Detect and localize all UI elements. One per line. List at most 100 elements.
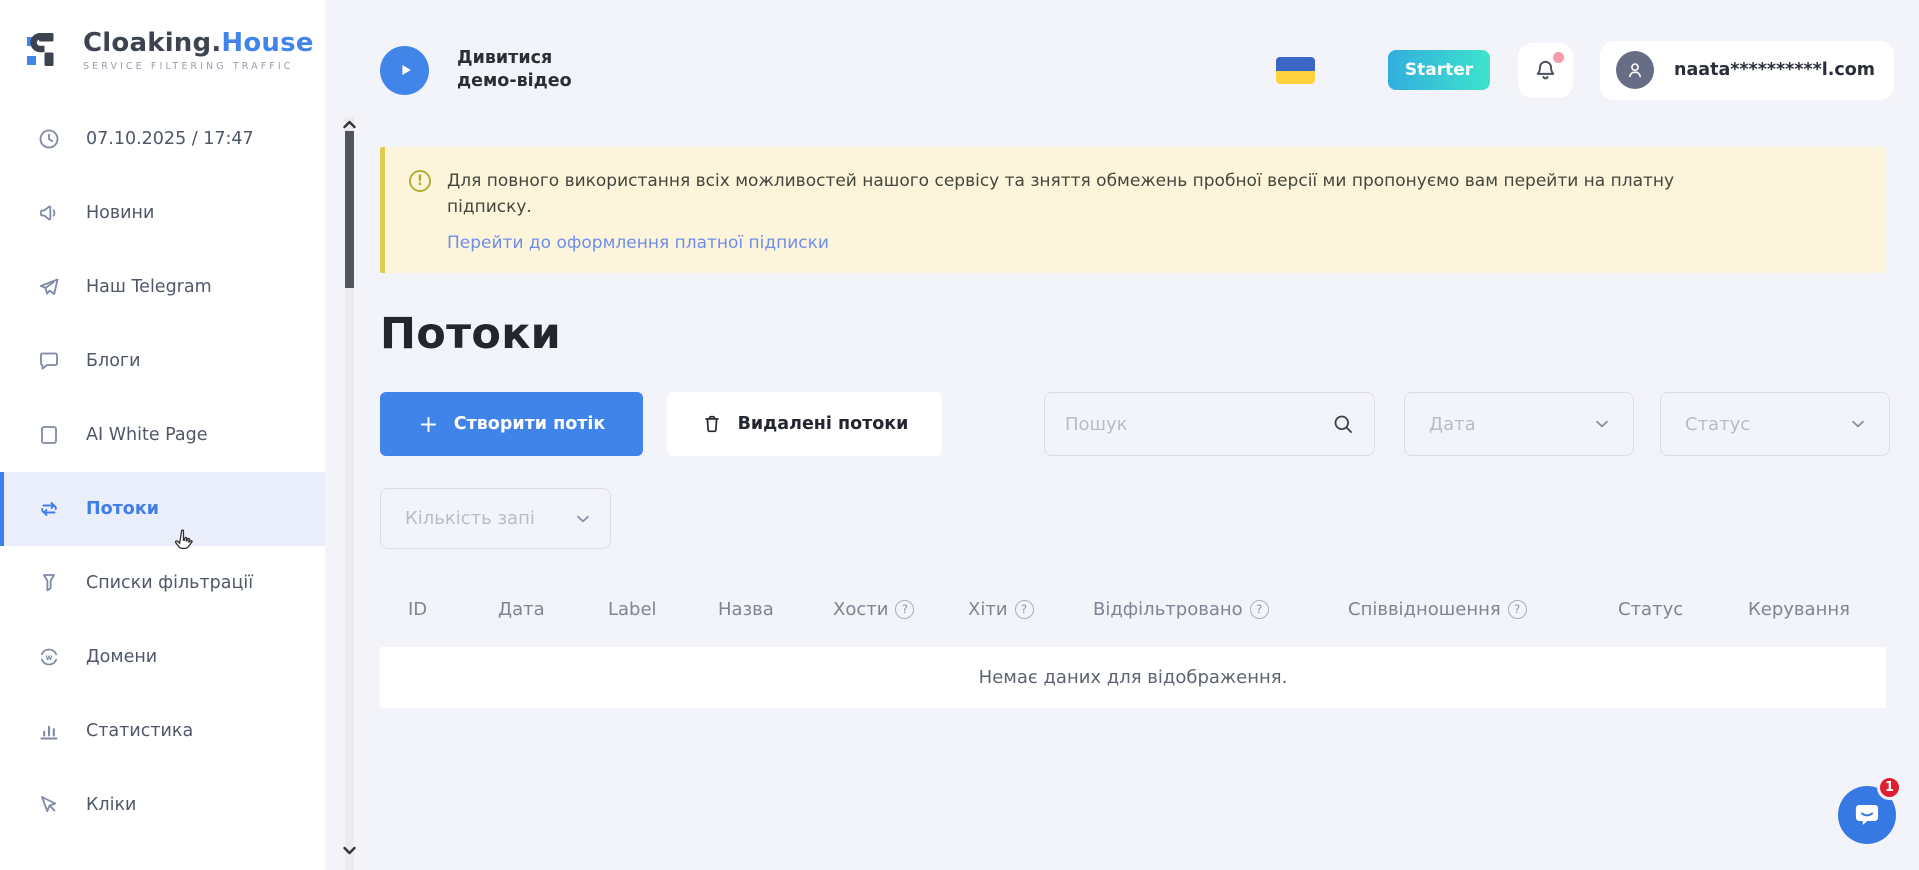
column-header-label: Хіти: [968, 599, 1008, 620]
brand-name-primary: Cloaking.: [83, 28, 221, 58]
page-title: Потоки: [380, 311, 1894, 358]
column-header-label: Назва: [718, 599, 774, 620]
chevron-down-icon: [1591, 413, 1613, 435]
main-content: Дивитися демо-відео Starter naata*******…: [380, 0, 1894, 708]
banner-text: Для повного використання всіх можливосте…: [447, 169, 1747, 220]
funnel-icon: [37, 571, 61, 595]
sidebar-item-cursor[interactable]: Кліки: [0, 768, 325, 842]
chevron-down-icon: [1847, 413, 1869, 435]
flag-blue-stripe: [1276, 57, 1315, 71]
sidebar-item-label: Статистика: [86, 721, 193, 741]
sidebar-item-chat[interactable]: Блоги: [0, 324, 325, 398]
records-count-select[interactable]: Кількість запі: [380, 488, 611, 549]
sidebar-item-label: 07.10.2025 / 17:47: [86, 129, 254, 149]
column-header: Дата: [498, 599, 608, 620]
help-icon[interactable]: ?: [895, 600, 914, 619]
trial-warning-banner: ! Для повного використання всіх можливос…: [380, 147, 1886, 273]
sidebar-item-globe[interactable]: wДомени: [0, 620, 325, 694]
sidebar-menu: 07.10.2025 / 17:47 Новини Наш Telegram Блог…: [0, 102, 325, 842]
status-filter-select[interactable]: Статус: [1660, 392, 1890, 456]
sidebar-item-page[interactable]: AI White Page: [0, 398, 325, 472]
notifications-button[interactable]: [1518, 43, 1573, 98]
play-icon: [392, 57, 418, 83]
sidebar: Cloaking.House SERVICE FILTERING TRAFFIC…: [0, 0, 325, 870]
demo-video-play-button[interactable]: [380, 46, 429, 95]
search-input[interactable]: [1065, 414, 1331, 435]
top-bar: Дивитися демо-відео Starter naata*******…: [380, 0, 1894, 113]
trash-icon: [701, 413, 723, 435]
help-icon[interactable]: ?: [1015, 600, 1034, 619]
brand-logo-icon: [24, 28, 70, 74]
column-header-label: Label: [608, 599, 657, 620]
user-email: naata**********l.com: [1674, 60, 1875, 80]
sidebar-item-label: Наш Telegram: [86, 277, 212, 297]
brand-logo[interactable]: Cloaking.House SERVICE FILTERING TRAFFIC: [0, 0, 325, 74]
user-icon: [1623, 58, 1647, 82]
date-filter-select[interactable]: Дата: [1404, 392, 1634, 456]
telegram-icon: [37, 275, 61, 299]
subscription-link[interactable]: Перейти до оформлення платної підписки: [447, 233, 829, 253]
date-filter-label: Дата: [1429, 414, 1476, 435]
language-flag-ukraine[interactable]: [1276, 57, 1315, 84]
demo-video-label[interactable]: Дивитися демо-відео: [457, 47, 589, 93]
sidebar-item-stats[interactable]: Статистика: [0, 694, 325, 768]
column-header-label: Статус: [1618, 599, 1683, 620]
plan-badge-button[interactable]: Starter: [1388, 50, 1490, 90]
column-header: Відфільтровано?: [1093, 599, 1348, 620]
notification-dot: [1553, 52, 1564, 63]
cursor-icon: [37, 793, 61, 817]
sidebar-scrollbar-thumb[interactable]: [345, 131, 354, 288]
flag-yellow-stripe: [1276, 71, 1315, 84]
chat-bubble-icon: [1851, 799, 1883, 831]
help-icon[interactable]: ?: [1250, 600, 1269, 619]
column-header-label: Відфільтровано: [1093, 599, 1243, 620]
scrollbar-down-arrow[interactable]: [341, 844, 358, 857]
sidebar-scrollbar[interactable]: [345, 117, 354, 870]
column-header-label: ID: [408, 599, 427, 620]
sidebar-item-sync[interactable]: Потоки: [0, 472, 325, 546]
svg-text:w: w: [46, 653, 53, 662]
table-empty-state: Немає даних для відображення.: [380, 647, 1886, 708]
sidebar-item-label: Новини: [86, 203, 154, 223]
create-stream-button[interactable]: Створити потік: [380, 392, 643, 456]
plus-icon: [418, 414, 439, 435]
create-stream-label: Створити потік: [454, 414, 606, 434]
search-field: [1044, 392, 1375, 456]
sidebar-item-label: Кліки: [86, 795, 136, 815]
records-count-label: Кількість запі: [405, 508, 535, 529]
brand-text: Cloaking.House SERVICE FILTERING TRAFFIC: [83, 30, 314, 72]
help-icon[interactable]: ?: [1508, 600, 1527, 619]
table-header-row: IDДатаLabelНазваХости?Хіти?Відфільтрован…: [380, 584, 1886, 634]
sync-icon: [37, 497, 61, 521]
column-header: Співвідношення?: [1348, 599, 1618, 620]
chat-unread-badge: 1: [1877, 775, 1902, 800]
column-header: Статус: [1618, 599, 1748, 620]
search-icon[interactable]: [1331, 412, 1355, 436]
empty-state-text: Немає даних для відображення.: [979, 667, 1288, 688]
sidebar-item-clock[interactable]: 07.10.2025 / 17:47: [0, 102, 325, 176]
controls-row-2: Кількість запі: [380, 488, 1894, 549]
chevron-down-icon: [572, 508, 594, 530]
deleted-streams-button[interactable]: Видалені потоки: [667, 392, 942, 456]
column-header-label: Керування: [1748, 599, 1850, 620]
globe-icon: w: [37, 645, 61, 669]
page-icon: [37, 423, 61, 447]
deleted-streams-label: Видалені потоки: [738, 414, 909, 434]
sidebar-item-label: Потоки: [86, 499, 159, 519]
status-filter-label: Статус: [1685, 414, 1750, 435]
sidebar-item-funnel[interactable]: Списки фільтрації: [0, 546, 325, 620]
sidebar-item-telegram[interactable]: Наш Telegram: [0, 250, 325, 324]
column-header: ID: [408, 599, 498, 620]
sidebar-item-megaphone[interactable]: Новини: [0, 176, 325, 250]
column-header: Назва: [718, 599, 833, 620]
warning-icon: !: [409, 170, 431, 192]
column-header: Label: [608, 599, 718, 620]
sidebar-item-label: Списки фільтрації: [86, 573, 253, 593]
stats-icon: [37, 719, 61, 743]
brand-tagline: SERVICE FILTERING TRAFFIC: [83, 61, 314, 72]
user-menu[interactable]: naata**********l.com: [1600, 41, 1894, 100]
sidebar-item-label: Блоги: [86, 351, 140, 371]
sidebar-item-label: AI White Page: [86, 425, 208, 445]
scrollbar-up-arrow[interactable]: [341, 118, 358, 131]
column-header-label: Співвідношення: [1348, 599, 1501, 620]
